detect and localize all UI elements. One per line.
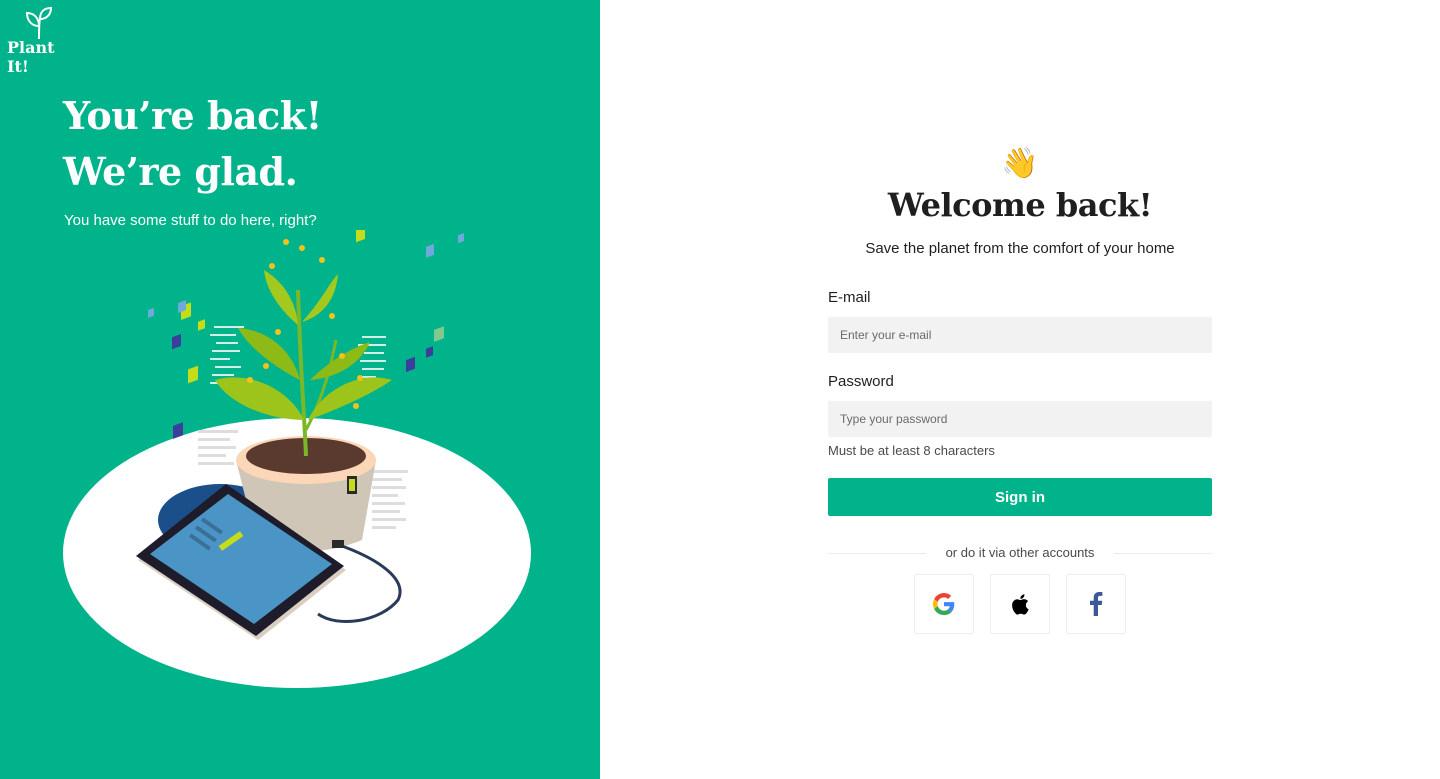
password-label: Password — [828, 373, 894, 390]
hero-title-line-1: You’re back! — [63, 93, 322, 138]
sign-in-button[interactable]: Sign in — [828, 478, 1212, 516]
login-panel: 👋 Welcome back! Save the planet from the… — [600, 0, 1440, 779]
apple-icon — [1012, 593, 1029, 615]
welcome-tagline: Save the planet from the comfort of your… — [865, 240, 1175, 257]
email-label: E-mail — [828, 289, 871, 306]
hero-panel: Plant It! You’re back! We’re glad. You h… — [0, 0, 600, 779]
facebook-icon — [1090, 592, 1103, 616]
email-field-group: E-mail — [828, 288, 1212, 353]
google-login-button[interactable] — [914, 574, 974, 634]
divider-line-right — [1114, 553, 1212, 554]
hero-subtitle: You have some stuff to do here, right? — [64, 212, 317, 229]
sprout-icon — [25, 6, 53, 40]
apple-login-button[interactable] — [990, 574, 1050, 634]
email-input[interactable] — [828, 317, 1212, 353]
google-icon — [933, 593, 955, 615]
facebook-login-button[interactable] — [1066, 574, 1126, 634]
brand-name: Plant It! — [7, 38, 55, 76]
hero-title-line-2: We’re glad. — [63, 149, 298, 194]
social-divider: or do it via other accounts — [828, 544, 1212, 564]
social-login-buttons — [914, 574, 1126, 634]
hero-title: You’re back! We’re glad. — [63, 88, 322, 200]
password-field-group: Password — [828, 372, 1212, 437]
password-input[interactable] — [828, 401, 1212, 437]
plant-phone-illustration — [63, 230, 531, 688]
waving-hand-icon: 👋 — [1001, 147, 1039, 180]
password-hint: Must be at least 8 characters — [828, 443, 995, 458]
welcome-title: Welcome back! — [887, 186, 1153, 224]
brand-logo[interactable]: Plant It! — [7, 6, 77, 76]
